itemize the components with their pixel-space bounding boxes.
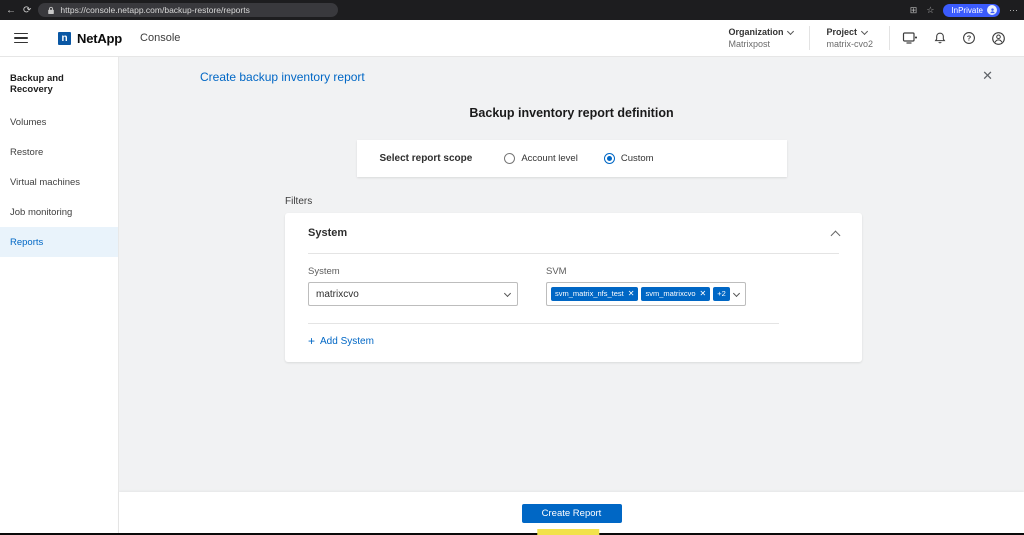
svm-more-badge[interactable]: +2 [713, 287, 730, 301]
sidebar-item-restore[interactable]: Restore [0, 137, 118, 167]
close-icon[interactable]: ✕ [982, 68, 993, 84]
project-selector[interactable]: Project matrix-cvo2 [822, 27, 877, 49]
divider [308, 323, 779, 324]
organization-value: Matrixpost [728, 39, 793, 49]
radio-account-level[interactable]: Account level [504, 153, 578, 164]
sidebar-item-label: Volumes [10, 117, 46, 128]
svm-field: SVM svm_matrix_nfs_test ✕ svm_matri [546, 266, 746, 306]
netapp-logo-icon: n [58, 32, 71, 45]
system-card-body: System matrixcvo SVM [285, 254, 862, 347]
sidebar-item-label: Virtual machines [10, 177, 80, 188]
system-filter-card: System System matrixcvo [285, 213, 862, 362]
system-card-title: System [308, 227, 347, 239]
product-label: Console [140, 32, 180, 44]
report-definition-heading: Backup inventory report definition [119, 106, 1024, 120]
system-field-label: System [308, 266, 518, 277]
system-select-value: matrixcvo [316, 289, 505, 300]
header-divider [809, 26, 810, 50]
radio-circle-selected[interactable] [604, 153, 615, 164]
chip-label: svm_matrixcvo [645, 290, 695, 298]
scope-label: Select report scope [380, 153, 473, 164]
screen: ← ⟳ https://console.netapp.com/backup-re… [0, 0, 1024, 535]
lock-icon [47, 6, 55, 15]
report-scope-card: Select report scope Account level Custom [357, 140, 787, 177]
sidebar-item-virtual-machines[interactable]: Virtual machines [0, 167, 118, 197]
favorites-icon[interactable]: ☆ [926, 5, 934, 16]
sidebar-item-volumes[interactable]: Volumes [0, 107, 118, 137]
chevron-down-icon [787, 27, 794, 34]
add-system-label: Add System [320, 336, 374, 347]
console-switcher-icon[interactable] [902, 31, 918, 45]
svm-chip-row: svm_matrix_nfs_test ✕ svm_matrixcvo ✕ [551, 287, 734, 301]
header-icons: ? [902, 31, 1010, 46]
person-icon [989, 7, 996, 14]
svm-multiselect[interactable]: svm_matrix_nfs_test ✕ svm_matrixcvo ✕ [546, 282, 746, 306]
browser-chrome: ← ⟳ https://console.netapp.com/backup-re… [0, 0, 1024, 20]
chevron-down-icon [504, 289, 511, 296]
more-badge-label: +2 [717, 290, 726, 298]
panel-header: Create backup inventory report ✕ [119, 57, 1024, 97]
sidebar-item-label: Restore [10, 147, 43, 158]
browser-address-bar[interactable]: https://console.netapp.com/backup-restor… [38, 3, 338, 17]
sidebar-item-reports[interactable]: Reports [0, 227, 118, 257]
filters-label: Filters [285, 196, 1024, 207]
organization-selector[interactable]: Organization Matrixpost [724, 27, 797, 49]
sidebar-title: Backup and Recovery [0, 65, 118, 107]
svm-chip[interactable]: svm_matrix_nfs_test ✕ [551, 287, 638, 301]
sidebar-item-label: Reports [10, 237, 43, 248]
chip-label: svm_matrix_nfs_test [555, 290, 624, 298]
svm-field-label: SVM [546, 266, 746, 277]
netapp-logo: n NetApp [58, 31, 122, 46]
help-icon[interactable]: ? [962, 31, 976, 45]
inprivate-label: InPrivate [951, 6, 983, 15]
field-row: System matrixcvo SVM [308, 266, 839, 306]
radio-custom[interactable]: Custom [604, 153, 654, 164]
chip-remove-icon[interactable]: ✕ [700, 290, 707, 298]
click-highlight [537, 529, 599, 535]
header-divider [889, 26, 890, 50]
panel-title: Create backup inventory report [200, 70, 365, 84]
system-card-header[interactable]: System [285, 213, 862, 253]
browser-refresh-icon[interactable]: ⟳ [23, 5, 31, 16]
chevron-down-icon [861, 27, 868, 34]
radio-label: Custom [621, 153, 654, 164]
add-system-link[interactable]: + Add System [308, 335, 839, 347]
sidebar: Backup and Recovery Volumes Restore Virt… [0, 57, 119, 535]
chevron-down-icon [733, 289, 740, 296]
notifications-bell-icon[interactable] [933, 31, 947, 45]
browser-avatar [987, 5, 997, 15]
svm-chip[interactable]: svm_matrixcvo ✕ [641, 287, 710, 301]
account-icon[interactable] [991, 31, 1006, 46]
action-bar: Create Report [119, 492, 1024, 535]
create-report-button[interactable]: Create Report [522, 504, 622, 523]
radio-label: Account level [521, 153, 578, 164]
sidebar-item-label: Job monitoring [10, 207, 72, 218]
netapp-logo-text: NetApp [77, 31, 122, 46]
split-screen-icon[interactable]: ⊞ [910, 5, 918, 16]
browser-toolbar-right: ⊞ ☆ InPrivate ⋯ [910, 4, 1018, 17]
main-panel: Create backup inventory report ✕ Backup … [119, 57, 1024, 535]
collapse-chevron-icon[interactable] [831, 230, 841, 240]
svg-text:?: ? [967, 34, 972, 43]
hamburger-menu-icon[interactable] [14, 33, 28, 44]
project-label: Project [826, 27, 857, 37]
panel-content: Backup inventory report definition Selec… [119, 97, 1024, 492]
plus-icon: + [308, 335, 315, 347]
radio-circle[interactable] [504, 153, 515, 164]
system-select[interactable]: matrixcvo [308, 282, 518, 306]
scope-radio-group: Account level Custom [504, 153, 653, 164]
organization-label: Organization [728, 27, 783, 37]
body: Backup and Recovery Volumes Restore Virt… [0, 57, 1024, 535]
browser-back-icon[interactable]: ← [6, 5, 16, 16]
project-value: matrix-cvo2 [826, 39, 873, 49]
url-text: https://console.netapp.com/backup-restor… [60, 5, 249, 15]
sidebar-item-job-monitoring[interactable]: Job monitoring [0, 197, 118, 227]
inprivate-badge[interactable]: InPrivate [943, 4, 1000, 17]
chip-remove-icon[interactable]: ✕ [628, 290, 635, 298]
app-header: n NetApp Console Organization Matrixpost… [0, 20, 1024, 57]
system-field: System matrixcvo [308, 266, 518, 306]
browser-menu-icon[interactable]: ⋯ [1009, 5, 1018, 16]
